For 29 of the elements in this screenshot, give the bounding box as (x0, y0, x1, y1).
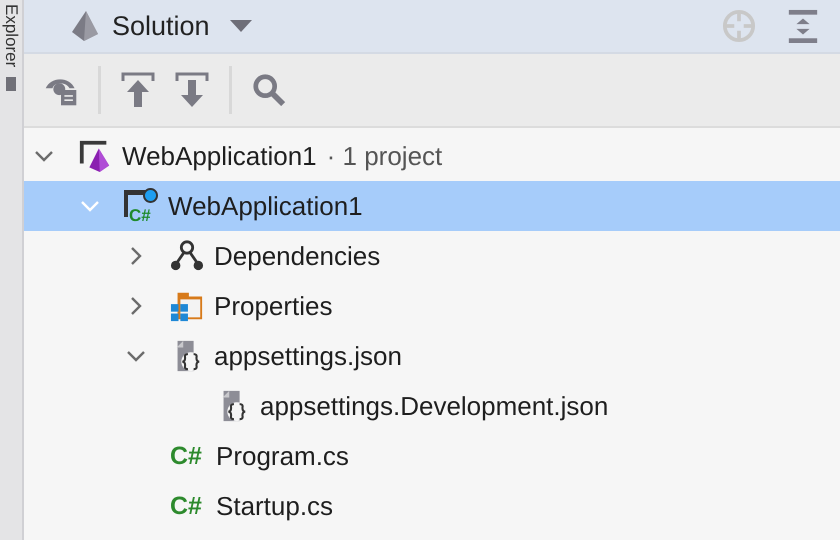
arrow-down-icon[interactable] (175, 72, 209, 108)
tree-item-label: WebApplication1 (122, 140, 317, 172)
solution-title[interactable]: Solution (112, 10, 210, 42)
side-tab-marker (6, 77, 16, 92)
tree-item[interactable]: C# Program.cs (24, 431, 840, 481)
tree-item-label: Startup.cs (216, 490, 334, 522)
tree-item[interactable]: WebApplication1 · 1 project (24, 131, 840, 181)
solution-icon (78, 138, 112, 174)
tree-item-label: Properties (214, 290, 332, 322)
csharp-file-icon: C# (170, 442, 206, 470)
tree-item-label: appsettings.json (214, 340, 402, 372)
tree-item-label: appsettings.Development.json (260, 390, 608, 422)
tree-item-label: WebApplication1 (168, 190, 363, 222)
tree-item-label: Dependencies (214, 240, 380, 272)
tree-item[interactable]: Dependencies (24, 231, 840, 281)
tree-item[interactable]: C# Startup.cs (24, 481, 840, 531)
tree-item[interactable]: Properties (24, 281, 840, 331)
arrow-up-icon[interactable] (121, 72, 155, 108)
search-icon[interactable] (252, 72, 286, 108)
side-tab-label[interactable]: Explorer (1, 4, 21, 68)
collapse-expand-icon[interactable] (786, 9, 820, 43)
project-count: · 1 project (326, 140, 442, 172)
pyramid-icon (70, 10, 100, 42)
tree-item[interactable]: appsettings.Development.json (24, 381, 840, 431)
tree-item[interactable]: appsettings.json (24, 331, 840, 381)
csharp-file-icon: C# (170, 492, 206, 520)
tree-item[interactable]: C# WebApplication1 (24, 181, 840, 231)
tree-item-label: Program.cs (216, 440, 349, 472)
caret-icon[interactable] (230, 20, 252, 32)
